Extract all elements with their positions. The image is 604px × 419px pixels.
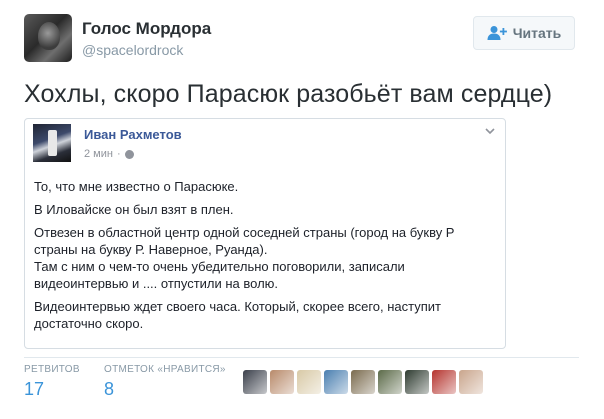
globe-icon [124,149,134,159]
liker-avatar[interactable] [459,370,483,394]
stats-divider [24,357,579,358]
liker-avatar[interactable] [270,370,294,394]
user-name[interactable]: Голос Мордора [82,19,211,39]
embedded-post-time: 2 мин · [84,148,134,160]
embedded-post-time-label: 2 мин [84,148,113,160]
liker-avatar[interactable] [405,370,429,394]
embedded-post-paragraph: Видеоинтервью ждет своего часа. Который,… [34,299,441,331]
retweets-stat[interactable]: РЕТВИТОВ 17 [24,364,80,400]
separator-dot: · [116,148,121,160]
follow-button[interactable]: Читать [473,16,575,50]
liker-avatar[interactable] [243,370,267,394]
retweets-label: РЕТВИТОВ [24,364,80,375]
embedded-post-card[interactable]: Иван Рахметов 2 мин · То, что мне извест… [24,118,506,349]
user-plus-icon [487,26,507,40]
liker-avatar[interactable] [351,370,375,394]
likes-label: ОТМЕТОК «НРАВИТСЯ» [104,364,226,375]
likes-stat[interactable]: ОТМЕТОК «НРАВИТСЯ» 8 [104,364,226,400]
embedded-post-avatar[interactable] [33,124,71,162]
likers-avatars [243,370,483,394]
follow-button-label: Читать [512,25,562,41]
embedded-post-body: То, что мне известно о Парасюке. В Илова… [34,178,500,338]
chevron-down-icon[interactable] [484,125,496,137]
likes-count: 8 [104,379,115,399]
liker-avatar[interactable] [324,370,348,394]
embedded-post-paragraph: Там с ним о чем-то очень убедительно пог… [34,259,405,291]
liker-avatar[interactable] [432,370,456,394]
retweets-count: 17 [24,379,45,399]
user-handle[interactable]: @spacelordrock [82,42,183,58]
embedded-post-paragraph: В Иловайске он был взят в плен. [34,202,234,217]
liker-avatar[interactable] [378,370,402,394]
liker-avatar[interactable] [297,370,321,394]
embedded-post-paragraph: Отвезен в областной центр одной соседней… [34,225,455,257]
user-avatar[interactable] [24,14,72,62]
embedded-post-author[interactable]: Иван Рахметов [84,127,182,142]
tweet-text: Хохлы, скоро Парасюк разобьёт вам сердце… [24,80,553,108]
embedded-post-paragraph: То, что мне известно о Парасюке. [34,179,239,194]
